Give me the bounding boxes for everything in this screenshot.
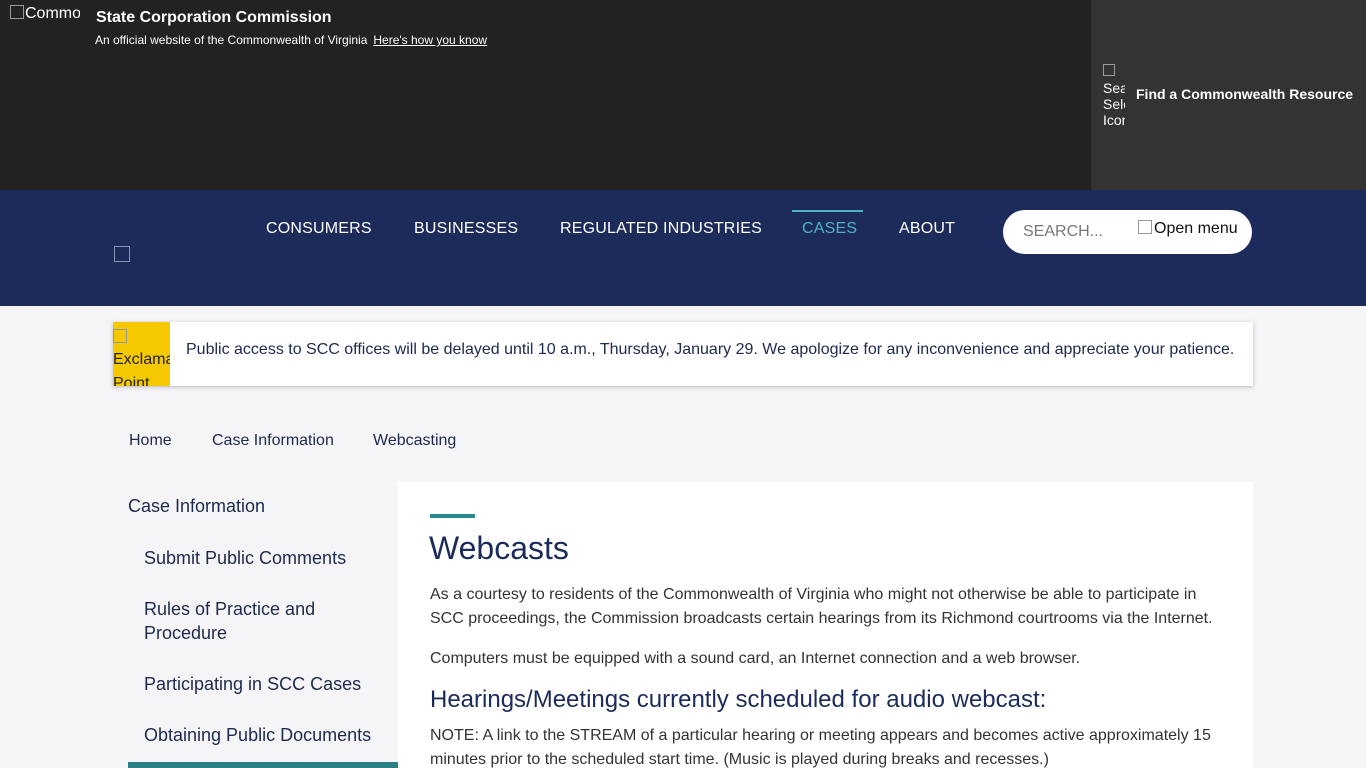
commonwealth-logo: Commonwealth — [10, 5, 80, 39]
broken-image-icon — [1138, 220, 1152, 234]
nav-consumers[interactable]: CONSUMERS — [266, 220, 372, 238]
nav-cases[interactable]: CASES — [802, 220, 857, 238]
broken-image-icon — [113, 328, 127, 343]
breadcrumb-webcasting[interactable]: Webcasting — [373, 432, 456, 450]
breadcrumb-case-information[interactable]: Case Information — [212, 432, 334, 450]
intro-paragraph: As a courtesy to residents of the Common… — [430, 586, 1213, 627]
nav-regulated-industries[interactable]: REGULATED INDUSTRIES — [560, 220, 762, 238]
main-nav: CONSUMERS BUSINESSES REGULATED INDUSTRIE… — [0, 190, 1366, 306]
main-content: Webcasts As a courtesy to residents of t… — [398, 482, 1253, 768]
find-resource-button[interactable]: Search Select Icon Find a Commonwealth R… — [1091, 0, 1366, 190]
sidebar-item-participating[interactable]: Participating in SCC Cases — [144, 672, 389, 696]
search-box: Open menu — [1003, 210, 1252, 254]
sidebar-heading[interactable]: Case Information — [128, 496, 265, 517]
exclamation-point-alt: Exclamation Point — [113, 351, 170, 386]
sidebar-item-submit-public-comments[interactable]: Submit Public Comments — [144, 546, 389, 570]
commonwealth-logo-alt: Commonwealth — [25, 5, 80, 22]
official-site-notice: An official website of the Commonwealth … — [95, 33, 487, 47]
search-input[interactable] — [1023, 222, 1131, 242]
search-select-icon-alt: Search Select Icon — [1103, 80, 1125, 126]
broken-image-icon — [10, 5, 24, 19]
nav-active-indicator — [792, 210, 863, 212]
title-accent-bar — [430, 514, 475, 518]
find-resource-label: Find a Commonwealth Resource — [1136, 86, 1354, 102]
stream-note: NOTE: A link to the STREAM of a particul… — [430, 727, 1211, 768]
open-menu-button[interactable]: Open menu — [1138, 220, 1238, 238]
sidebar-item-active[interactable] — [128, 762, 398, 768]
official-site-text: An official website of the Commonwealth … — [95, 33, 368, 47]
top-banner: Commonwealth State Corporation Commissio… — [0, 0, 1366, 190]
open-menu-alt: Open menu — [1154, 220, 1238, 237]
sidebar-nav: Case Information Submit Public Comments … — [128, 482, 398, 768]
org-title: State Corporation Commission — [96, 9, 332, 26]
exclamation-point-icon: Exclamation Point — [113, 322, 170, 386]
sidebar-item-rules-of-practice[interactable]: Rules of Practice and Procedure — [144, 597, 389, 645]
nav-businesses[interactable]: BUSINESSES — [414, 220, 518, 238]
page-title: Webcasts — [429, 530, 569, 566]
sidebar-item-obtaining-documents[interactable]: Obtaining Public Documents — [144, 723, 389, 747]
nav-about[interactable]: ABOUT — [899, 220, 955, 238]
scheduled-hearings-heading: Hearings/Meetings currently scheduled fo… — [430, 686, 1047, 713]
alert-text: Public access to SCC offices will be del… — [186, 341, 1235, 358]
requirements-paragraph: Computers must be equipped with a sound … — [430, 650, 1081, 667]
search-select-icon: Search Select Icon — [1103, 64, 1125, 126]
breadcrumb-home[interactable]: Home — [129, 432, 172, 450]
how-you-know-link[interactable]: Here's how you know — [373, 33, 487, 47]
broken-image-icon — [1103, 64, 1115, 76]
site-alert: Exclamation Point Public access to SCC o… — [113, 322, 1253, 386]
scc-logo[interactable] — [114, 246, 130, 262]
